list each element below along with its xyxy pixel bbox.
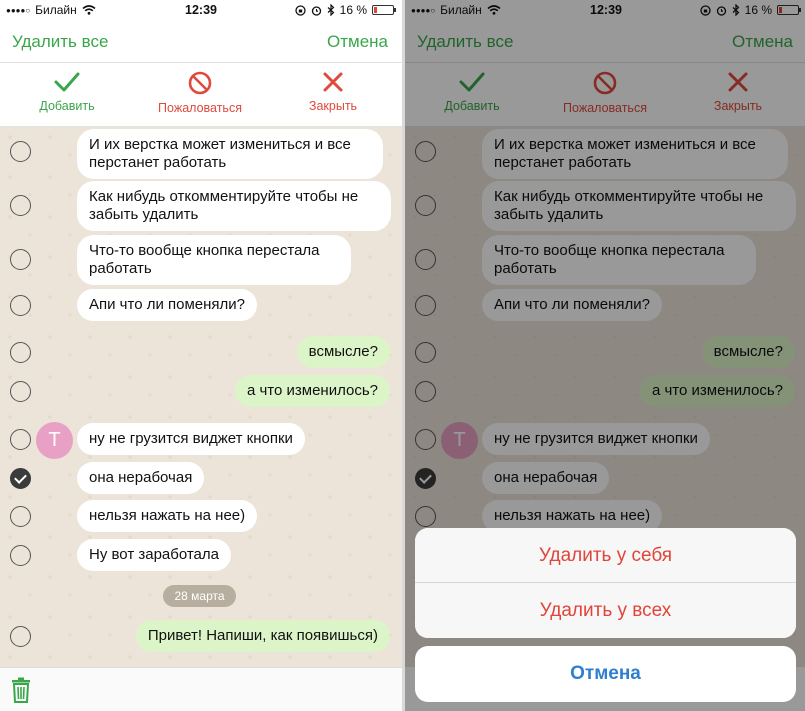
message-list: И их верстка может измениться и все перс… bbox=[0, 127, 402, 667]
phone-selection-mode: ●●●●○ Билайн 12:39 16 % Удалить все Отме… bbox=[0, 0, 402, 711]
message-select-radio[interactable] bbox=[10, 195, 31, 216]
message-select-radio[interactable] bbox=[10, 381, 31, 402]
battery-icon bbox=[372, 5, 396, 15]
message-bubble-incoming[interactable]: ну не грузится виджет кнопки bbox=[77, 423, 305, 455]
message-select-radio-checked[interactable] bbox=[10, 468, 31, 489]
delete-for-me-button[interactable]: Удалить у себя bbox=[415, 528, 796, 583]
navigation-bar: Удалить все Отмена bbox=[0, 22, 402, 62]
message-bubble-incoming[interactable]: Апи что ли поменяли? bbox=[77, 289, 257, 321]
message-select-radio[interactable] bbox=[10, 429, 31, 450]
message-select-radio[interactable] bbox=[10, 295, 31, 316]
message-select-radio[interactable] bbox=[10, 249, 31, 270]
message-bubble-outgoing[interactable]: всмысле? bbox=[296, 336, 390, 368]
action-toolbar: Добавить Пожаловаться Закрыть bbox=[0, 62, 402, 127]
message-bubble-incoming[interactable]: она нерабочая bbox=[77, 462, 205, 494]
alarm-icon bbox=[311, 5, 321, 16]
message-bubble-incoming[interactable]: Ну вот заработала bbox=[77, 539, 231, 571]
message-bubble-incoming[interactable]: Что-то вообще кнопка перестала работать bbox=[77, 235, 351, 285]
message-bubble-incoming[interactable]: нельзя нажать на нее) bbox=[77, 500, 258, 532]
message-bubble-outgoing[interactable]: Привет! Напиши, как появишься) bbox=[135, 620, 390, 652]
bottom-toolbar bbox=[0, 667, 402, 711]
message-bubble-incoming[interactable]: И их верстка может измениться и все перс… bbox=[77, 129, 383, 179]
cancel-selection-button[interactable]: Отмена bbox=[327, 32, 388, 52]
add-label: Добавить bbox=[39, 99, 95, 113]
cross-icon bbox=[323, 72, 343, 92]
delete-all-button[interactable]: Удалить все bbox=[12, 32, 108, 52]
battery-percent: 16 % bbox=[339, 3, 367, 17]
status-bar: ●●●●○ Билайн 12:39 16 % bbox=[0, 0, 402, 22]
report-button[interactable]: Пожаловаться bbox=[135, 71, 265, 115]
message-bubble-outgoing[interactable]: а что изменилось? bbox=[234, 375, 390, 407]
message-bubble-incoming[interactable]: Как нибудь откомментируйте чтобы не забы… bbox=[77, 181, 391, 231]
trash-icon[interactable] bbox=[10, 677, 32, 703]
message-select-radio[interactable] bbox=[10, 141, 31, 162]
date-separator: 28 марта bbox=[163, 585, 236, 607]
delete-action-sheet: Удалить у себя Удалить у всех bbox=[415, 528, 796, 638]
rotation-lock-icon bbox=[294, 4, 306, 16]
phone-delete-action-sheet: ●●●●○ Билайн 12:39 16 % Удалить все Отме… bbox=[405, 0, 805, 711]
action-sheet-cancel-button[interactable]: Отмена bbox=[415, 646, 796, 702]
add-button[interactable]: Добавить bbox=[2, 71, 132, 113]
avatar[interactable]: T bbox=[36, 422, 73, 459]
message-select-radio[interactable] bbox=[10, 545, 31, 566]
close-button[interactable]: Закрыть bbox=[268, 71, 398, 113]
delete-for-everyone-button[interactable]: Удалить у всех bbox=[415, 583, 796, 638]
message-select-radio[interactable] bbox=[10, 506, 31, 527]
prohibited-icon bbox=[188, 71, 212, 95]
report-label: Пожаловаться bbox=[158, 101, 242, 115]
message-select-radio[interactable] bbox=[10, 626, 31, 647]
checkmark-icon bbox=[54, 72, 80, 92]
message-select-radio[interactable] bbox=[10, 342, 31, 363]
close-label: Закрыть bbox=[308, 99, 358, 113]
bluetooth-icon bbox=[327, 4, 335, 16]
